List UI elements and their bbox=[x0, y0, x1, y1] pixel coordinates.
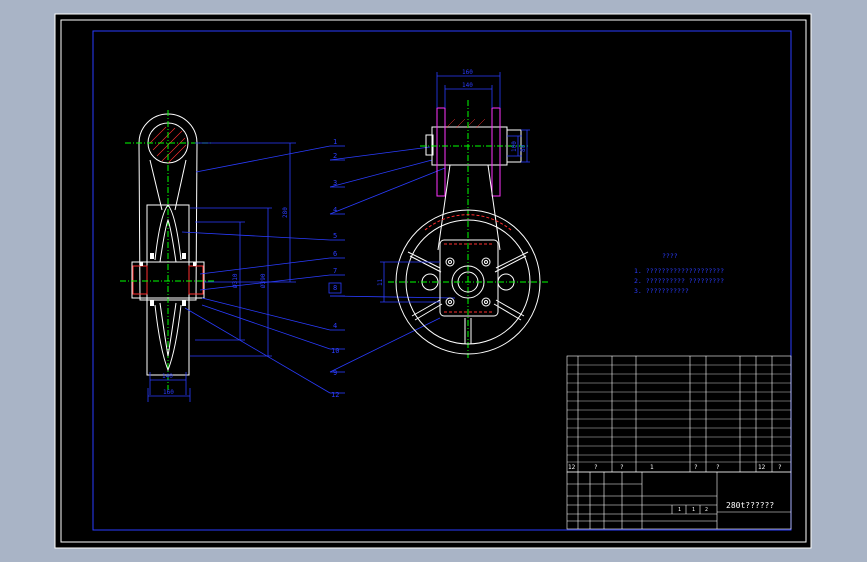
cad-drawing-viewport: 140 160 280 Ø390 Ø310 1 2 3 4 5 6 7 8 4 … bbox=[54, 13, 812, 549]
parts-col-remark: ? bbox=[778, 464, 782, 471]
dim-top-inner: 140 bbox=[462, 82, 473, 89]
dim-vertical: 280 bbox=[282, 207, 289, 218]
balloon-9: 4 bbox=[333, 322, 337, 330]
balloon-1: 1 bbox=[333, 138, 337, 146]
balloon-3: 3 bbox=[333, 179, 337, 187]
parts-col-mat: ? bbox=[694, 464, 698, 471]
dim-side: 11 bbox=[377, 278, 384, 286]
parts-col-no: 12 bbox=[568, 464, 576, 471]
notes-line-3: 3. ??????????? bbox=[634, 287, 689, 295]
notes-line-2: 2. ?????????? ????????? bbox=[634, 277, 724, 285]
dim-top-outer: 160 bbox=[462, 69, 473, 76]
drawing-title: 280t?????? bbox=[726, 501, 774, 510]
parts-col-name: ? bbox=[620, 464, 624, 471]
dim-right-a: 80 bbox=[520, 144, 527, 152]
balloon-10: 10 bbox=[331, 347, 339, 355]
balloon-4: 4 bbox=[333, 206, 337, 214]
dim-width-small: 140 bbox=[162, 373, 173, 380]
notes-line-1: 1. ???????????????????? bbox=[634, 267, 724, 275]
balloon-8: 8 bbox=[333, 284, 337, 292]
dim-width-large: 160 bbox=[163, 389, 174, 396]
balloon-7: 7 bbox=[333, 267, 337, 275]
scale-cell-3: 2 bbox=[705, 507, 708, 513]
notes-heading: ???? bbox=[662, 252, 678, 260]
dim-dia-2: Ø390 bbox=[260, 273, 267, 288]
scale-cell-2: 1 bbox=[692, 507, 695, 513]
balloon-5: 5 bbox=[333, 232, 337, 240]
parts-col-code: ? bbox=[594, 464, 598, 471]
parts-col-qty: 1 bbox=[650, 464, 654, 471]
parts-col-total: 12 bbox=[758, 464, 766, 471]
scale-cell-1: 1 bbox=[678, 507, 681, 513]
dim-right-b: 100 bbox=[511, 141, 518, 152]
balloon-6: 6 bbox=[333, 250, 337, 258]
balloon-2: 2 bbox=[333, 152, 337, 160]
parts-col-wt: ? bbox=[716, 464, 720, 471]
balloon-11: 9 bbox=[333, 369, 337, 377]
balloon-12: 12 bbox=[331, 391, 339, 399]
